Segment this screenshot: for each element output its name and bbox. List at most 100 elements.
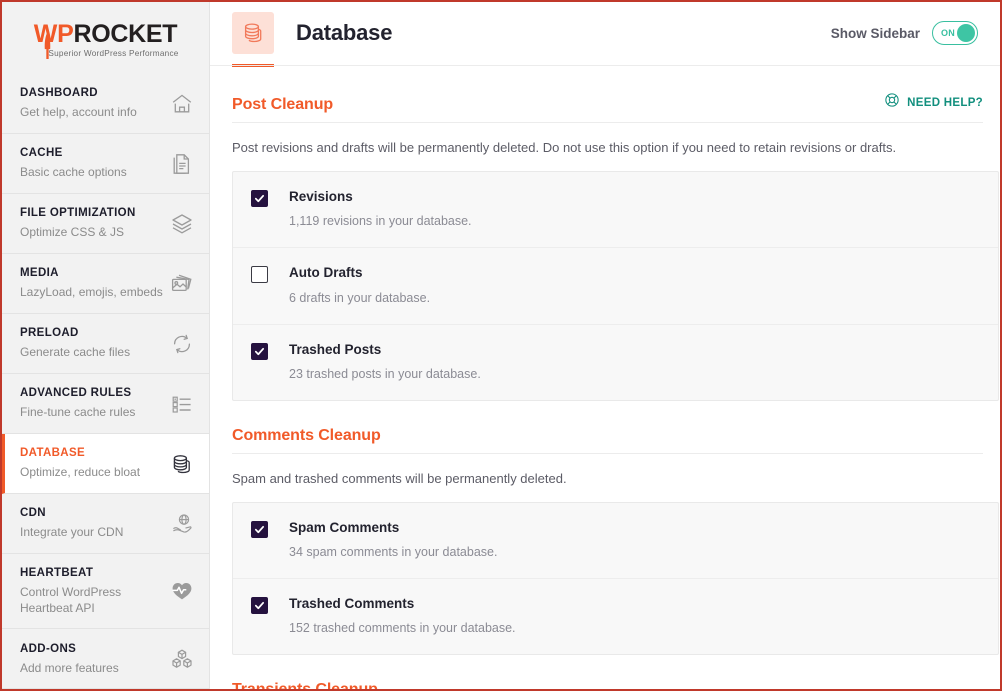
layers-icon xyxy=(169,211,195,237)
document-icon xyxy=(169,151,195,177)
section-description: Spam and trashed comments will be perman… xyxy=(232,470,567,486)
section-comments-cleanup: Comments Cleanup Spam and trashed comment… xyxy=(232,401,999,656)
option-sublabel: 34 spam comments in your database. xyxy=(289,545,498,560)
brand-tagline: Superior WordPress Performance xyxy=(48,48,179,58)
option-texts: Auto Drafts 6 drafts in your database. xyxy=(289,265,430,305)
images-icon xyxy=(169,271,195,297)
sidebar-item-dashboard[interactable]: DASHBOARD Get help, account info xyxy=(2,74,209,134)
checkbox-auto-drafts[interactable] xyxy=(251,266,268,284)
lifebuoy-icon xyxy=(884,92,900,113)
option-row: Revisions 1,119 revisions in your databas… xyxy=(233,172,998,249)
refresh-icon xyxy=(169,331,195,357)
brand-logo[interactable]: WPROCKET Superior WordPress Performance xyxy=(2,2,209,74)
option-label: Trashed Comments xyxy=(289,596,415,612)
sidebar-item-title: ADD-ONS xyxy=(20,642,77,655)
need-help-link[interactable]: NEED HELP? xyxy=(884,92,983,114)
sidebar-item-desc: Fine-tune cache rules xyxy=(20,405,136,420)
section-title: Transients Cleanup xyxy=(232,681,378,689)
sidebar-item-title: DATABASE xyxy=(20,447,85,460)
sidebar-item-media[interactable]: MEDIA LazyLoad, emojis, embeds xyxy=(2,254,209,314)
wp-rocket-settings-window: WPROCKET Superior WordPress Performance … xyxy=(0,0,1002,691)
checkbox-spam-comments[interactable] xyxy=(251,520,268,538)
section-header: Transients Cleanup xyxy=(232,681,983,689)
sidebar-item-text: ADVANCED RULES Fine-tune cache rules xyxy=(20,386,169,420)
sidebar-item-desc: Generate cache files xyxy=(20,345,131,360)
database-icon xyxy=(169,451,195,477)
sidebar-item-title: CDN xyxy=(20,507,46,520)
sidebar: WPROCKET Superior WordPress Performance … xyxy=(2,2,210,689)
option-sublabel: 23 trashed posts in your database. xyxy=(289,366,481,381)
main-panel: Database Show Sidebar ON Post Cleanup NEE… xyxy=(210,2,1000,689)
show-sidebar-label: Show Sidebar xyxy=(830,25,920,41)
sidebar-item-title: CACHE xyxy=(20,147,63,160)
rocket-icon xyxy=(45,31,51,59)
checkbox-trashed-comments[interactable] xyxy=(251,597,268,615)
sidebar-item-advanced-rules[interactable]: ADVANCED RULES Fine-tune cache rules xyxy=(2,374,209,434)
sidebar-item-text: HEARTBEAT Control WordPress Heartbeat API xyxy=(20,566,169,616)
sidebar-item-desc: Add more features xyxy=(20,660,119,675)
option-label: Auto Drafts xyxy=(289,265,363,281)
sidebar-item-text: FILE OPTIMIZATION Optimize CSS & JS xyxy=(20,206,169,240)
sidebar-item-title: DASHBOARD xyxy=(20,87,98,100)
sidebar-item-heartbeat[interactable]: HEARTBEAT Control WordPress Heartbeat API xyxy=(2,554,209,630)
sidebar-item-title: ADVANCED RULES xyxy=(20,387,132,400)
section-title: Comments Cleanup xyxy=(232,426,381,444)
option-row: Auto Drafts 6 drafts in your database. xyxy=(233,248,998,325)
sidebar-item-desc: Optimize, reduce bloat xyxy=(20,465,141,480)
brand-rocket: ROCKET xyxy=(73,19,178,48)
sidebar-item-desc: Get help, account info xyxy=(20,105,137,120)
sidebar-item-file-optimization[interactable]: FILE OPTIMIZATION Optimize CSS & JS xyxy=(2,194,209,254)
sidebar-item-text: ADD-ONS Add more features xyxy=(20,642,169,676)
sidebar-item-desc: Basic cache options xyxy=(20,165,127,180)
sidebar-item-text: PRELOAD Generate cache files xyxy=(20,326,169,360)
option-row: Trashed Posts 23 trashed posts in your da… xyxy=(233,325,998,400)
brand-wp: WP xyxy=(33,19,74,48)
checkbox-trashed-posts[interactable] xyxy=(251,342,268,360)
section-description: Post revisions and drafts will be perman… xyxy=(232,140,897,155)
option-label: Revisions xyxy=(289,189,353,205)
option-texts: Trashed Comments 152 trashed comments in … xyxy=(289,596,516,636)
toggle-knob xyxy=(957,24,975,42)
option-label: Trashed Posts xyxy=(289,341,382,357)
option-label: Spam Comments xyxy=(289,519,400,535)
option-sublabel: 6 drafts in your database. xyxy=(289,290,431,305)
show-sidebar-toggle[interactable]: ON xyxy=(932,21,978,45)
database-icon xyxy=(232,12,274,54)
sidebar-item-preload[interactable]: PRELOAD Generate cache files xyxy=(2,314,209,374)
section-title: Post Cleanup xyxy=(232,96,334,113)
page-header: Database Show Sidebar ON xyxy=(210,2,1000,64)
sidebar-item-text: MEDIA LazyLoad, emojis, embeds xyxy=(20,266,169,300)
option-sublabel: 152 trashed comments in your database. xyxy=(289,621,516,636)
sidebar-item-title: MEDIA xyxy=(20,267,59,280)
sidebar-item-text: CDN Integrate your CDN xyxy=(20,506,169,540)
section-header: Comments Cleanup xyxy=(232,427,983,454)
header-controls: Show Sidebar ON xyxy=(831,21,978,45)
section-header: Post Cleanup NEED HELP? xyxy=(232,92,983,123)
option-row: Trashed Comments 152 trashed comments in … xyxy=(233,579,998,654)
page-title: Database xyxy=(296,20,393,45)
section-post-cleanup: Post Cleanup NEED HELP? Post revisions and… xyxy=(232,66,999,401)
sidebar-item-text: DATABASE Optimize, reduce bloat xyxy=(20,446,169,480)
sidebar-item-cdn[interactable]: CDN Integrate your CDN xyxy=(2,494,209,554)
checkbox-revisions[interactable] xyxy=(251,190,268,208)
sidebar-item-title: PRELOAD xyxy=(20,327,79,340)
sidebar-item-desc: LazyLoad, emojis, embeds xyxy=(20,285,163,300)
boxes-icon xyxy=(169,646,195,672)
sidebar-item-text: CACHE Basic cache options xyxy=(20,146,169,180)
sidebar-item-desc: Integrate your CDN xyxy=(20,525,124,540)
brand-wordmark: WPROCKET xyxy=(32,19,178,48)
sidebar-nav: DASHBOARD Get help, account info CACHE Basi… xyxy=(2,74,209,689)
sidebar-item-desc: Optimize CSS & JS xyxy=(20,225,125,240)
sidebar-item-desc: Control WordPress Heartbeat API xyxy=(20,584,122,616)
sidebar-item-title: FILE OPTIMIZATION xyxy=(20,207,136,220)
toggle-state-label: ON xyxy=(941,28,956,38)
sidebar-item-database[interactable]: DATABASE Optimize, reduce bloat xyxy=(2,434,209,494)
sidebar-item-text: DASHBOARD Get help, account info xyxy=(20,86,169,120)
sidebar-item-add-ons[interactable]: ADD-ONS Add more features xyxy=(2,629,209,689)
option-row: Spam Comments 34 spam comments in your da… xyxy=(233,503,998,580)
home-icon xyxy=(169,91,195,117)
option-texts: Revisions 1,119 revisions in your databas… xyxy=(289,189,472,229)
sidebar-item-cache[interactable]: CACHE Basic cache options xyxy=(2,134,209,194)
settings-content: Post Cleanup NEED HELP? Post revisions and… xyxy=(210,66,1000,689)
rules-list-icon xyxy=(169,391,195,417)
